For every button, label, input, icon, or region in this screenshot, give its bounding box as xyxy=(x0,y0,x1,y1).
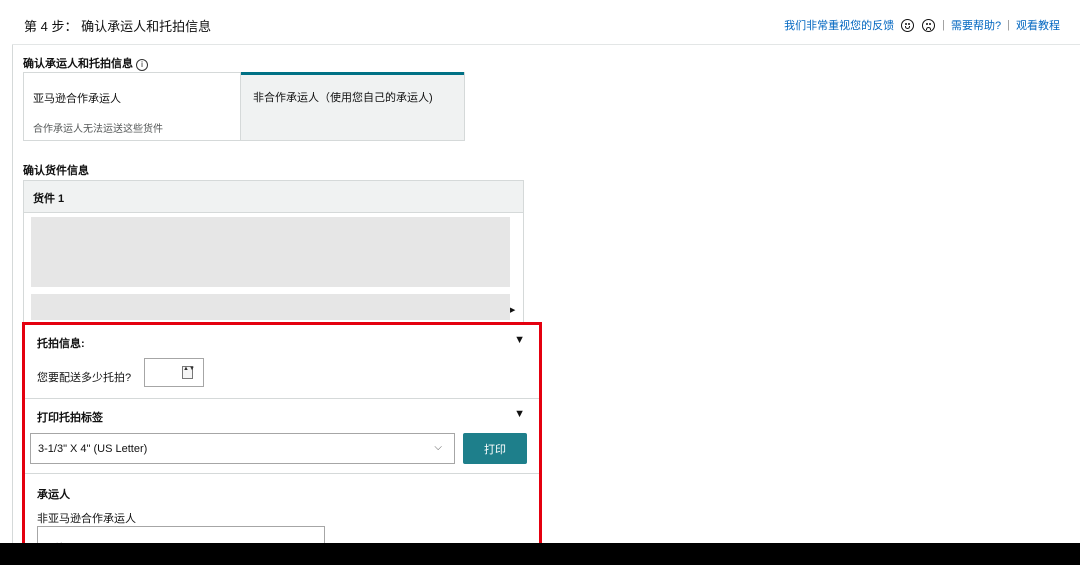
label-size-select[interactable]: 3-1/3" X 4" (US Letter) ⌵ xyxy=(30,433,455,464)
shipment-content-placeholder xyxy=(31,217,510,287)
divider xyxy=(24,473,539,474)
print-button[interactable]: 打印 xyxy=(463,433,527,464)
expand-arrow-icon[interactable]: ▶ xyxy=(510,306,515,314)
carrier-section-title-text: 确认承运人和托拍信息 xyxy=(23,58,133,70)
header-links: 我们非常重视您的反馈 | 需要帮助? | 观看教程 xyxy=(784,17,1060,33)
carrier-subtitle: 非亚马逊合作承运人 xyxy=(37,513,136,525)
collapse-pallet-info-icon[interactable]: ▼ xyxy=(514,334,525,346)
carrier-title: 承运人 xyxy=(37,489,70,501)
chevron-down-icon: ⌵ xyxy=(434,442,442,453)
step-header: 第 4 步： 确认承运人和托拍信息 我们非常重视您的反馈 | 需要帮助? | 观… xyxy=(12,6,1080,45)
shipment-section-title: 确认货件信息 xyxy=(23,165,89,177)
divider xyxy=(24,398,539,399)
separator: | xyxy=(942,19,946,31)
tab-non-partnered-carrier[interactable]: 非合作承运人（使用您自己的承运人) xyxy=(241,72,464,140)
shipment-detail-placeholder[interactable] xyxy=(31,294,510,320)
info-icon[interactable]: i xyxy=(136,59,148,71)
carrier-section-title: 确认承运人和托拍信息 i xyxy=(23,55,148,71)
feedback-link[interactable]: 我们非常重视您的反馈 xyxy=(784,17,894,33)
happy-face-icon[interactable] xyxy=(901,18,915,32)
separator: | xyxy=(1007,19,1010,31)
tab-amazon-partnered-carrier[interactable]: 亚马逊合作承运人 合作承运人无法运送这些货件 xyxy=(24,73,241,140)
pallet-count-input[interactable]: ▲▼ xyxy=(144,358,204,387)
carrier-tabs: 亚马逊合作承运人 合作承运人无法运送这些货件 非合作承运人（使用您自己的承运人) xyxy=(23,72,465,141)
tab-note: 合作承运人无法运送这些货件 xyxy=(33,124,163,135)
collapse-print-labels-icon[interactable]: ▼ xyxy=(514,408,525,420)
tab-label: 亚马逊合作承运人 xyxy=(33,93,121,105)
print-labels-title: 打印托拍标签 xyxy=(37,412,103,424)
tutorial-link[interactable]: 观看教程 xyxy=(1016,17,1060,33)
help-link[interactable]: 需要帮助? xyxy=(951,17,1001,33)
pallet-section: 托拍信息: ▼ 您要配送多少托拍? ▲▼ 打印托拍标签 ▼ 3-1/3" X 4… xyxy=(23,325,540,560)
sad-face-icon[interactable] xyxy=(922,18,936,32)
pallet-info-title: 托拍信息: xyxy=(37,338,85,350)
shipment-header: 货件 1 xyxy=(24,181,523,213)
step-title: 第 4 步： 确认承运人和托拍信息 xyxy=(24,19,212,34)
quantity-stepper[interactable]: ▲▼ xyxy=(182,366,195,379)
tab-label: 非合作承运人（使用您自己的承运人) xyxy=(253,92,433,104)
pallet-count-label: 您要配送多少托拍? xyxy=(37,372,132,384)
bottom-cutoff-bar xyxy=(0,543,1080,565)
label-size-value: 3-1/3" X 4" (US Letter) xyxy=(38,443,148,455)
